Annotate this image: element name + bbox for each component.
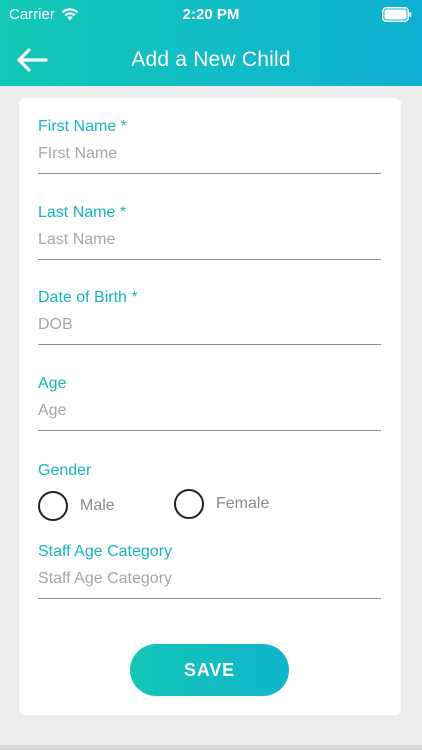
staff-age-category-field: Staff Age Category [38,543,381,599]
last-name-field: Last Name * [38,204,381,260]
female-label: Female [216,495,270,512]
last-name-input[interactable] [38,226,381,260]
nav-bar: Add a New Child [0,38,422,82]
app-header: Carrier 2:20 PM Add a New Child [0,0,422,86]
page-title: Add a New Child [131,48,291,71]
first-name-field: First Name * [38,118,381,174]
status-time: 2:20 PM [182,6,240,23]
last-name-label: Last Name * [38,204,127,221]
save-button[interactable]: SAVE [130,644,289,696]
status-bar: Carrier 2:20 PM [0,0,422,30]
first-name-input[interactable] [38,140,381,174]
staff-age-category-label: Staff Age Category [38,543,173,560]
gender-male-option[interactable]: Male [38,491,115,521]
dob-field: Date of Birth * [38,289,381,345]
dob-label: Date of Birth * [38,289,138,306]
battery-icon [382,7,412,22]
male-radio[interactable] [38,491,68,521]
gender-female-option[interactable]: Female [174,489,269,519]
staff-age-category-input[interactable] [38,565,381,599]
first-name-label: First Name * [38,118,127,135]
dob-input[interactable] [38,311,381,345]
male-label: Male [80,497,115,514]
age-field: Age [38,375,381,431]
age-label: Age [38,375,67,392]
female-radio[interactable] [174,489,204,519]
gender-label: Gender [38,462,92,479]
bottom-divider [0,745,422,750]
age-input[interactable] [38,397,381,431]
child-form-card: First Name * Last Name * Date of Birth *… [19,98,401,715]
